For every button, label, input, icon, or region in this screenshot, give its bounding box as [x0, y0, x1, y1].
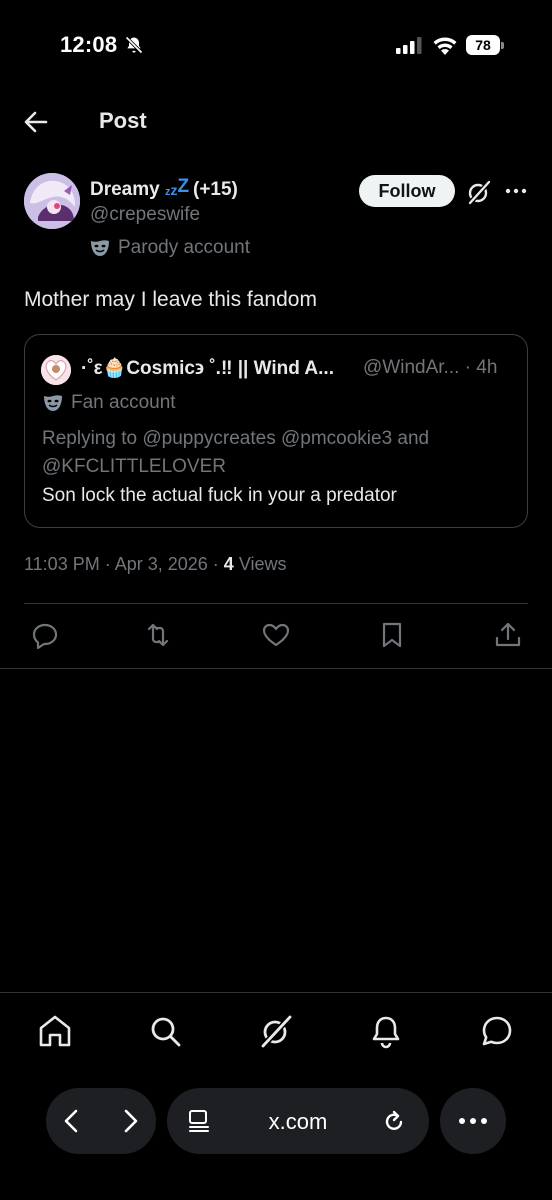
mask-icon	[91, 240, 109, 256]
nav-buttons	[46, 1088, 156, 1154]
quoted-handle-time: @WindAr... · 4h	[363, 357, 498, 378]
browser-more-button[interactable]	[440, 1088, 506, 1154]
author-extra: (+15)	[193, 179, 238, 200]
quoted-post[interactable]: ·˚ε🧁Cosmic϶ ˚.‼ || Wind A... @WindAr... …	[24, 334, 528, 528]
battery-level: 78	[466, 35, 500, 55]
post-actions	[0, 620, 552, 654]
home-icon[interactable]	[37, 1013, 73, 1049]
chevron-right-icon[interactable]	[118, 1108, 142, 1134]
like-icon[interactable]	[261, 620, 291, 650]
views-label: Views	[238, 554, 287, 574]
quoted-author-name: ·˚ε🧁Cosmic϶ ˚.‼ || Wind A...	[81, 358, 334, 379]
reply-icon[interactable]	[30, 620, 60, 650]
bottom-tab-bar	[0, 992, 552, 1072]
reload-icon[interactable]	[381, 1108, 407, 1134]
repost-icon[interactable]	[143, 620, 173, 650]
post-timestamp: 11:03 PM · Apr 3, 2026 ·	[24, 554, 219, 574]
bookmark-icon[interactable]	[377, 620, 407, 650]
bell-slash-icon	[125, 36, 143, 54]
follow-button[interactable]: Follow	[359, 175, 455, 207]
more-icon	[459, 1118, 487, 1124]
quoted-avatar[interactable]	[41, 355, 71, 385]
post-text: Mother may I leave this fandom	[24, 288, 317, 311]
author-name-row[interactable]: Dreamy zzZ (+15)	[90, 176, 238, 201]
fan-account-label: Fan account	[43, 392, 176, 414]
grok-icon[interactable]	[258, 1013, 294, 1049]
post-metadata: 11:03 PM · Apr 3, 2026 · 4 Views	[24, 554, 287, 575]
fan-account-text: Fan account	[71, 392, 176, 413]
messages-icon[interactable]	[479, 1013, 515, 1049]
parody-text: Parody account	[118, 237, 251, 258]
search-icon[interactable]	[147, 1013, 183, 1049]
grok-icon[interactable]	[466, 179, 492, 205]
wifi-icon	[433, 37, 457, 55]
status-time: 12:08	[60, 32, 118, 57]
views-count[interactable]: 4	[224, 554, 234, 574]
share-icon[interactable]	[493, 620, 523, 650]
signal-icon	[396, 37, 422, 54]
notifications-icon[interactable]	[368, 1013, 404, 1049]
author-handle[interactable]: @crepeswife	[90, 204, 200, 226]
mask-icon	[44, 395, 62, 411]
status-bar: 12:08 78	[0, 0, 552, 92]
browser-bar: x.com	[0, 1086, 552, 1156]
sleep-emoji: zzZ	[165, 176, 190, 198]
parody-label: Parody account	[90, 237, 250, 259]
avatar[interactable]	[24, 173, 80, 229]
page-title: Post	[99, 108, 147, 133]
quoted-text: Son lock the actual fuck in your a preda…	[42, 485, 397, 506]
page-header: Post	[0, 96, 552, 148]
more-icon[interactable]	[504, 182, 528, 200]
battery-icon: 78	[466, 35, 504, 55]
arrow-left-icon[interactable]	[20, 108, 52, 136]
replying-to: Replying to @puppycreates @pmcookie3 and…	[42, 428, 430, 477]
address-bar[interactable]: x.com	[167, 1088, 429, 1154]
divider	[0, 668, 552, 669]
chevron-left-icon[interactable]	[60, 1108, 84, 1134]
divider	[24, 603, 528, 604]
author-name: Dreamy	[90, 179, 160, 200]
